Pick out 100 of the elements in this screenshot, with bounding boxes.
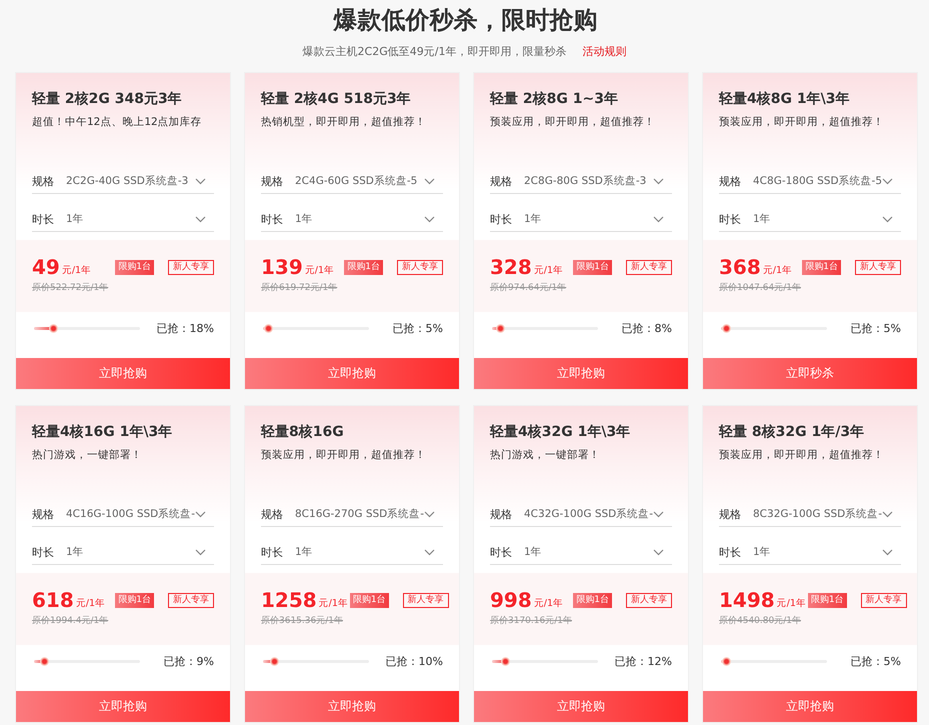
original-price: 原价974.64元/1年: [490, 282, 568, 294]
duration-dropdown[interactable]: 时长 1年: [490, 540, 672, 565]
sold-percentage: 已抢：5%: [850, 320, 901, 336]
price: 49: [32, 255, 60, 279]
chevron-down-icon: [424, 548, 435, 556]
spec-dropdown[interactable]: 规格 4C8G-180G SSD系统盘-5: [719, 169, 901, 194]
card-description: 预装应用，即开即用，超值推荐！: [261, 448, 427, 463]
chevron-down-icon: [195, 510, 206, 518]
new-user-tag: 新人专享: [855, 260, 901, 274]
sold-percentage: 已抢：8%: [622, 320, 672, 336]
rules-link[interactable]: 活动规则: [582, 44, 626, 60]
card-description: 超值！中午12点、晚上12点加库存: [32, 115, 203, 130]
original-price: 原价1047.64元/1年: [719, 282, 802, 294]
chevron-down-icon: [195, 548, 206, 556]
card-description: 预装应用，即开即用，超值推荐！: [490, 115, 656, 130]
new-user-tag: 新人专享: [168, 592, 214, 608]
original-price: 原价619.72元/1年: [261, 282, 338, 294]
price: 1498: [719, 588, 775, 612]
chevron-down-icon: [882, 548, 893, 556]
spec-dropdown[interactable]: 规格 2C2G-40G SSD系统盘-3: [32, 169, 214, 194]
duration-dropdown[interactable]: 时长 1年: [32, 540, 214, 565]
price-unit: 元/1年: [762, 264, 792, 276]
card-title: 轻量 8核32G 1年/3年: [719, 423, 866, 442]
spec-dropdown[interactable]: 规格 8C16G-270G SSD系统盘-: [261, 502, 443, 527]
card-title: 轻量8核16G: [261, 423, 345, 442]
limit-tag: 限购1台: [573, 260, 612, 274]
original-price: 原价522.72元/1年: [32, 282, 110, 294]
spec-dropdown[interactable]: 规格 2C8G-80G SSD系统盘-3: [490, 169, 672, 194]
chevron-down-icon: [424, 216, 435, 222]
subtitle: 爆款云主机2C2G低至49元/1年，即开即用，限量秒杀: [302, 44, 566, 60]
price: 1258: [261, 588, 317, 612]
page-title: 爆款低价秒杀，限时抢购: [334, 5, 598, 36]
spec-dropdown[interactable]: 规格 2C4G-60G SSD系统盘-5: [261, 169, 443, 194]
progress-marker-icon: [722, 324, 732, 332]
chevron-down-icon: [882, 216, 893, 222]
card-title: 轻量4核32G 1年\3年: [490, 423, 632, 442]
duration-dropdown[interactable]: 时长 1年: [32, 207, 214, 232]
chevron-down-icon: [653, 510, 664, 518]
sold-percentage: 已抢：5%: [392, 320, 443, 336]
original-price: 原价3615.36元/1年: [261, 614, 344, 627]
limit-tag: 限购1台: [802, 260, 841, 274]
new-user-tag: 新人专享: [626, 592, 672, 608]
price-unit: 元/1年: [534, 596, 563, 610]
card-description: 热门游戏，一键部署！: [32, 448, 143, 463]
card-title: 轻量4核8G 1年\3年: [719, 90, 850, 109]
progress-marker-icon: [49, 324, 58, 332]
spec-dropdown[interactable]: 规格 8C32G-100G SSD系统盘-: [719, 502, 901, 527]
card-title: 轻量4核16G 1年\3年: [32, 423, 174, 442]
original-price: 原价4540.80元/1年: [719, 614, 802, 627]
price-unit: 元/1年: [534, 264, 563, 276]
card-description: 预装应用，即开即用，超值推荐！: [719, 115, 885, 130]
duration-dropdown[interactable]: 时长 1年: [719, 540, 901, 565]
price-unit: 元/1年: [304, 264, 334, 276]
chevron-down-icon: [424, 178, 435, 184]
new-user-tag: 新人专享: [397, 260, 443, 274]
limit-tag: 限购1台: [115, 260, 154, 274]
price-unit: 元/1年: [62, 264, 92, 276]
new-user-tag: 新人专享: [626, 260, 672, 274]
card-description: 热门游戏，一键部署！: [490, 448, 601, 463]
chevron-down-icon: [195, 216, 206, 222]
progress-marker-icon: [270, 656, 279, 666]
card-description: 热销机型，即开即用，超值推荐！: [261, 115, 427, 130]
price-unit: 元/1年: [76, 596, 105, 610]
new-user-tag: 新人专享: [168, 260, 214, 274]
card-title: 轻量 2核8G 1~3年: [490, 90, 619, 109]
sold-percentage: 已抢：5%: [850, 654, 901, 668]
spec-dropdown[interactable]: 规格 4C32G-100G SSD系统盘-: [490, 502, 672, 527]
duration-dropdown[interactable]: 时长 1年: [261, 540, 443, 565]
price: 618: [32, 588, 74, 612]
price: 328: [490, 255, 532, 279]
chevron-down-icon: [424, 510, 435, 518]
original-price: 原价1994.4元/1年: [32, 614, 110, 627]
progress-marker-icon: [40, 656, 49, 666]
limit-tag: 限购1台: [573, 592, 612, 608]
progress-marker-icon: [722, 656, 732, 666]
new-user-tag: 新人专享: [860, 592, 907, 608]
sold-percentage: 已抢：12%: [614, 654, 672, 668]
card-title: 轻量 2核2G 348元3年: [32, 90, 183, 109]
price-unit: 元/1年: [776, 596, 806, 610]
new-user-tag: 新人专享: [402, 592, 449, 608]
price: 998: [490, 588, 532, 612]
sold-percentage: 已抢：18%: [156, 320, 214, 336]
duration-dropdown[interactable]: 时长 1年: [490, 207, 672, 232]
limit-tag: 限购1台: [115, 592, 154, 608]
progress-marker-icon: [496, 324, 506, 332]
price-unit: 元/1年: [318, 596, 348, 610]
chevron-down-icon: [653, 216, 664, 222]
chevron-down-icon: [653, 178, 664, 184]
original-price: 原价3170.16元/1年: [490, 614, 573, 627]
limit-tag: 限购1台: [808, 592, 847, 608]
limit-tag: 限购1台: [350, 592, 389, 608]
duration-dropdown[interactable]: 时长 1年: [261, 207, 443, 232]
chevron-down-icon: [882, 510, 893, 518]
chevron-down-icon: [882, 178, 893, 184]
chevron-down-icon: [653, 548, 664, 556]
spec-dropdown[interactable]: 规格 4C16G-100G SSD系统盘-: [32, 502, 214, 527]
duration-dropdown[interactable]: 时长 1年: [719, 207, 901, 232]
card-title: 轻量 2核4G 518元3年: [261, 90, 412, 109]
price: 139: [261, 255, 303, 279]
progress-marker-icon: [500, 656, 510, 666]
